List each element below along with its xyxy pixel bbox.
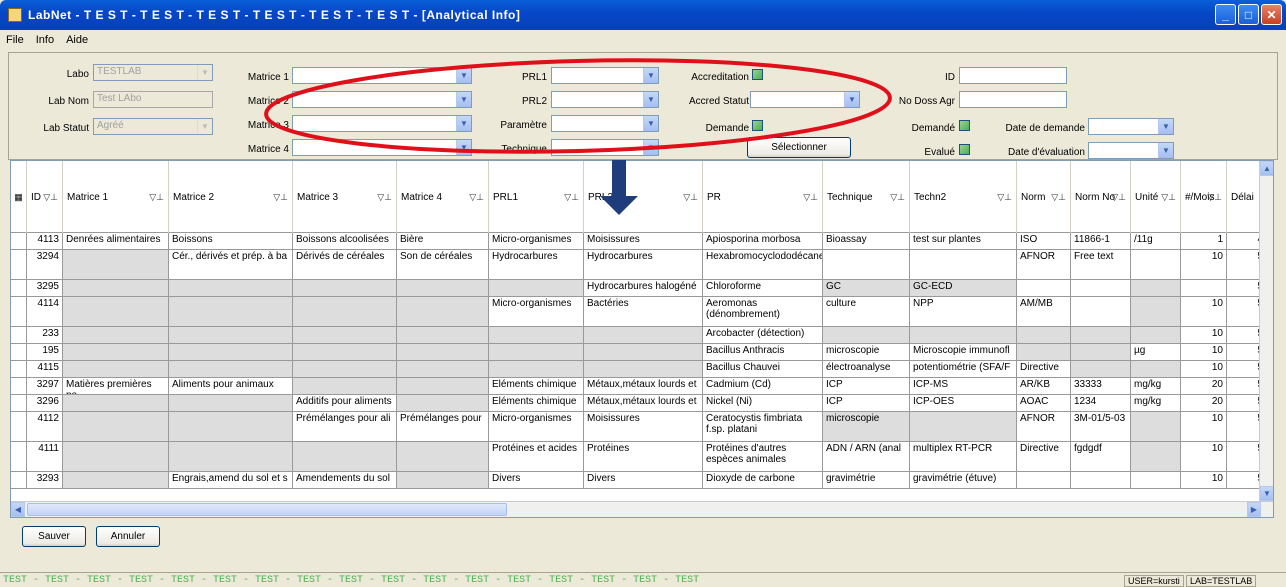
status-user: USER=kursti — [1124, 575, 1184, 587]
annotation-overlay — [264, 58, 892, 215]
status-bar: TEST - TEST - TEST - TEST - TEST - TEST … — [0, 572, 1286, 587]
save-button[interactable]: Sauver — [22, 526, 86, 547]
status-ticker: TEST - TEST - TEST - TEST - TEST - TEST … — [3, 574, 700, 586]
cancel-button[interactable]: Annuler — [96, 526, 160, 547]
highlight-ellipse — [264, 58, 892, 154]
down-arrow-icon — [600, 196, 638, 215]
status-lab: LAB=TESTLAB — [1186, 575, 1257, 587]
arrow-shaft — [612, 160, 626, 198]
